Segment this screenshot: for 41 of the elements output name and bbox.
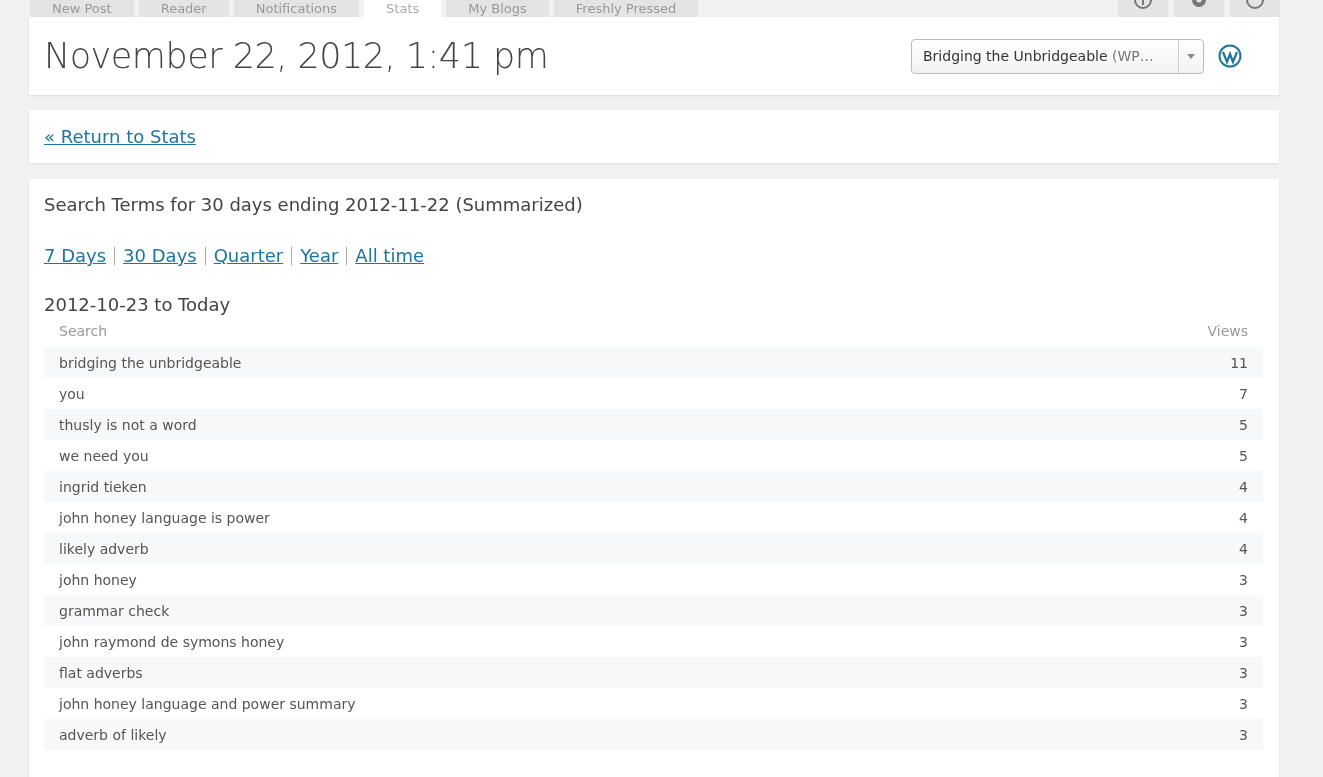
view-count: 3 (1239, 726, 1248, 743)
period-link[interactable]: All time (355, 245, 425, 266)
view-count: 3 (1239, 571, 1248, 588)
period-link[interactable]: Year (300, 245, 339, 266)
return-link[interactable]: « Return to Stats (44, 126, 196, 147)
search-term: likely adverb (59, 540, 149, 557)
report-heading: Search Terms for 30 days ending 2012-11-22 (Summarized) (44, 194, 584, 215)
search-term: ingrid tieken (59, 478, 147, 495)
search-term: we need you (59, 447, 149, 464)
search-term: john raymond de symons honey (59, 633, 285, 650)
wordpress-logo-icon[interactable] (1218, 44, 1242, 68)
info-icon[interactable] (1118, 0, 1168, 17)
view-count: 3 (1239, 664, 1248, 681)
search-term: grammar check (59, 602, 170, 619)
search-term: john honey language is power (59, 509, 270, 526)
view-count: 7 (1239, 385, 1248, 402)
view-count: 4 (1239, 509, 1248, 526)
period-link[interactable]: 7 Days (44, 245, 107, 266)
view-count: 3 (1239, 602, 1248, 619)
date-range: 2012-10-23 to Today (44, 294, 232, 315)
search-term: adverb of likely (59, 726, 167, 743)
period-link[interactable]: Quarter (213, 245, 284, 266)
view-count: 5 (1239, 416, 1248, 433)
period-link[interactable]: 30 Days (123, 245, 197, 266)
page-title: November 22, 2012, 1:41 pm (44, 36, 549, 76)
view-count: 3 (1239, 695, 1248, 712)
column-header: Search (59, 323, 108, 341)
search-term: flat adverbs (59, 664, 143, 681)
column-header: Views (1207, 323, 1248, 341)
view-count: 4 (1239, 540, 1248, 557)
caret-icon (1187, 53, 1195, 59)
view-count: 5 (1239, 447, 1248, 464)
search-term: bridging the unbridgeable (59, 354, 242, 371)
view-count: 4 (1239, 478, 1248, 495)
search-term: thusly is not a word (59, 416, 197, 433)
blog-select[interactable]: Bridging the Unbridgeable (WP… (911, 38, 1204, 74)
view-count: 3 (1239, 633, 1248, 650)
search-term: you (59, 385, 85, 402)
search-term: john honey language and power summary (59, 695, 356, 712)
view-count: 11 (1230, 354, 1248, 371)
search-term: john honey (59, 571, 137, 588)
